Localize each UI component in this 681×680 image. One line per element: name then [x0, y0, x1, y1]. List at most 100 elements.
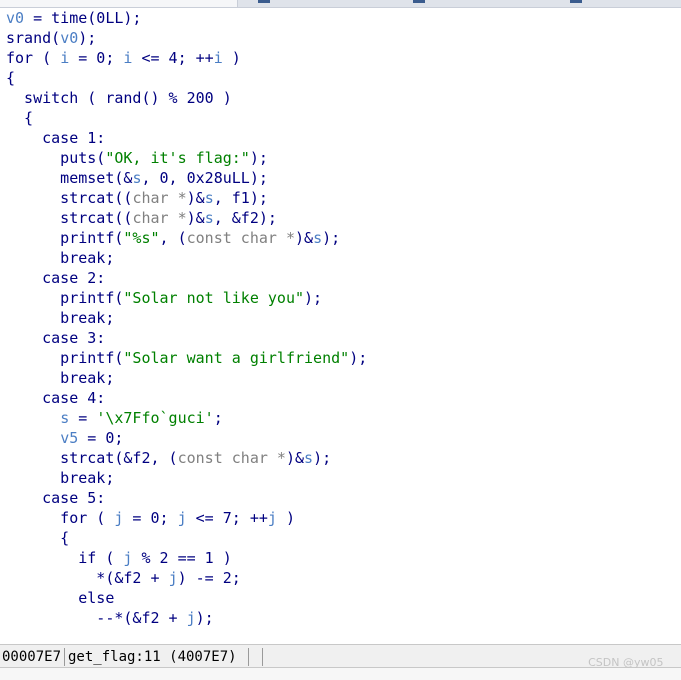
code-token: = time(0LL);	[24, 9, 142, 27]
code-token: , (	[159, 229, 187, 247]
code-line[interactable]: for ( i = 0; i <= 4; ++i )	[6, 48, 241, 68]
code-line[interactable]: --*(&f2 + j);	[6, 608, 214, 628]
code-token: "Solar want a girlfriend"	[123, 349, 350, 367]
code-token: )&	[285, 449, 305, 467]
code-line[interactable]: break;	[6, 248, 114, 268]
code-line[interactable]: {	[6, 528, 69, 548]
code-token: case 5:	[6, 489, 106, 507]
code-token: printf(	[6, 229, 124, 247]
code-token: case 1:	[6, 129, 106, 147]
code-line[interactable]: case 5:	[6, 488, 105, 508]
code-line[interactable]: strcat((char *)&s, f1);	[6, 188, 268, 208]
tab-icon	[413, 0, 425, 3]
code-line[interactable]: if ( j % 2 == 1 )	[6, 548, 232, 568]
code-line[interactable]: else	[6, 588, 114, 608]
code-token: , &f2);	[213, 209, 277, 227]
code-line[interactable]: case 4:	[6, 388, 105, 408]
code-token: i	[213, 49, 223, 67]
code-line[interactable]: printf("Solar not like you");	[6, 288, 322, 308]
code-token: j	[267, 509, 277, 527]
code-token: break;	[6, 369, 115, 387]
code-token: memset(&	[6, 169, 133, 187]
code-line[interactable]: puts("OK, it's flag:");	[6, 148, 268, 168]
code-token: s	[313, 229, 323, 247]
code-token: const char *	[186, 229, 295, 247]
code-token: = 0;	[123, 509, 178, 527]
code-token: if (	[6, 549, 124, 567]
code-token: , 0, 0x28uLL);	[141, 169, 268, 187]
status-divider	[64, 648, 65, 666]
code-line[interactable]: strcat((char *)&s, &f2);	[6, 208, 277, 228]
code-token: );	[304, 289, 323, 307]
status-address: 00007E7	[2, 649, 62, 665]
code-token: <= 7; ++	[186, 509, 268, 527]
code-line[interactable]: memset(&s, 0, 0x28uLL);	[6, 168, 268, 188]
status-bar: 00007E7 get_flag:11 (4007E7)	[0, 644, 681, 668]
code-line[interactable]: s = '\x7Ffo`guci';	[6, 408, 223, 428]
code-token: v0	[6, 9, 25, 27]
status-location: get_flag:11 (4007E7)	[68, 649, 237, 665]
code-line[interactable]: for ( j = 0; j <= 7; ++j )	[6, 508, 295, 528]
code-token: );	[195, 609, 214, 627]
code-token: ) -= 2;	[177, 569, 241, 587]
code-token: , f1);	[213, 189, 268, 207]
code-line[interactable]: printf("%s", (const char *)&s);	[6, 228, 340, 248]
code-token: strcat((	[6, 189, 133, 207]
code-line[interactable]: printf("Solar want a girlfriend");	[6, 348, 367, 368]
code-token: =	[69, 409, 97, 427]
code-token: {	[6, 109, 34, 127]
code-token: )	[222, 49, 241, 67]
code-token: for (	[6, 509, 115, 527]
code-token: ;	[213, 409, 223, 427]
code-token: );	[322, 229, 341, 247]
code-token: *(&f2 +	[6, 569, 169, 587]
code-token: );	[313, 449, 332, 467]
code-token: {	[6, 69, 16, 87]
code-token: j	[168, 569, 178, 587]
code-token: % 2 == 1 )	[132, 549, 232, 567]
code-line[interactable]: strcat(&f2, (const char *)&s);	[6, 448, 331, 468]
code-line[interactable]: v0 = time(0LL);	[6, 8, 141, 28]
code-line[interactable]: v5 = 0;	[6, 428, 123, 448]
code-token: s	[304, 449, 314, 467]
code-token: char *	[132, 189, 187, 207]
code-token: )&	[186, 189, 205, 207]
code-token: case 3:	[6, 329, 106, 347]
code-token: );	[249, 149, 268, 167]
tab-strip	[0, 0, 681, 8]
code-token: <= 4; ++	[132, 49, 214, 67]
code-line[interactable]: case 2:	[6, 268, 105, 288]
code-line[interactable]: *(&f2 + j) -= 2;	[6, 568, 241, 588]
code-line[interactable]: break;	[6, 308, 114, 328]
code-token: i	[60, 49, 70, 67]
code-token: --*(&f2 +	[6, 609, 187, 627]
code-token: strcat((	[6, 209, 133, 227]
code-line[interactable]: {	[6, 108, 33, 128]
code-token: case 2:	[6, 269, 106, 287]
code-token: )&	[295, 229, 314, 247]
code-token: '\x7Ffo`guci'	[96, 409, 214, 427]
tab-icon	[570, 0, 582, 3]
code-line[interactable]: srand(v0);	[6, 28, 96, 48]
code-line[interactable]: {	[6, 68, 15, 88]
code-token: printf(	[6, 289, 124, 307]
code-token: );	[78, 29, 97, 47]
code-token: j	[186, 609, 196, 627]
code-token: case 4:	[6, 389, 106, 407]
code-line[interactable]: switch ( rand() % 200 )	[6, 88, 232, 108]
code-token: = 0;	[78, 429, 124, 447]
code-token: srand(	[6, 29, 61, 47]
code-token: "%s"	[123, 229, 160, 247]
code-line[interactable]: break;	[6, 468, 114, 488]
code-token: s	[204, 209, 214, 227]
code-token: for (	[6, 49, 61, 67]
code-token: );	[349, 349, 368, 367]
code-line[interactable]: break;	[6, 368, 114, 388]
tab-pseudocode[interactable]	[0, 0, 238, 7]
code-line[interactable]: case 3:	[6, 328, 105, 348]
code-line[interactable]: case 1:	[6, 128, 105, 148]
pseudocode-view[interactable]: v0 = time(0LL); srand(v0); for ( i = 0; i …	[0, 8, 681, 644]
code-token: break;	[6, 249, 115, 267]
